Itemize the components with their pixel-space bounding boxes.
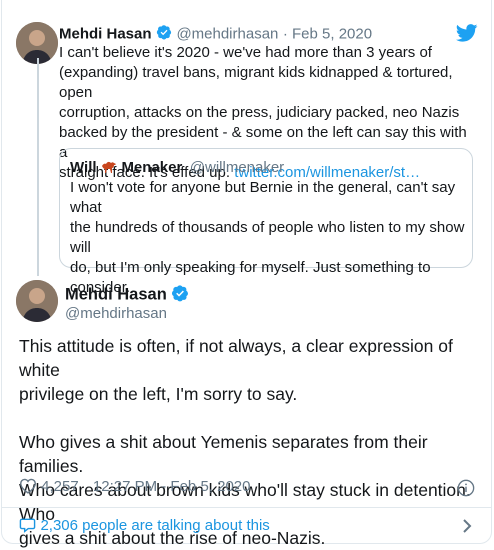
- timestamp[interactable]: 12:27 PM - Feb 5, 2020: [93, 478, 251, 495]
- parent-text-line: I can't believe it's 2020 - we've had mo…: [59, 44, 432, 61]
- divider: [2, 507, 491, 508]
- speech-bubble-icon: [19, 517, 36, 538]
- parent-date[interactable]: · Feb 5, 2020: [283, 26, 372, 43]
- main-name[interactable]: Mehdi Hasan: [65, 286, 167, 304]
- quote-text-line: I won't vote for anyone but Bernie in th…: [70, 179, 456, 216]
- heart-icon[interactable]: [19, 478, 37, 498]
- quote-name-last: Menaker: [121, 159, 183, 176]
- main-avatar[interactable]: [16, 280, 58, 322]
- like-count[interactable]: 4,257: [41, 478, 79, 495]
- chevron-right-icon[interactable]: [462, 518, 472, 539]
- quoted-tweet[interactable]: Will Menaker @willmenaker I won't vote f…: [59, 148, 473, 296]
- parent-text-line: corruption, attacks on the press, judici…: [59, 104, 460, 121]
- quote-name-first: Will: [70, 159, 97, 176]
- camel-emoji-icon: [101, 160, 117, 179]
- quote-handle: @willmenaker: [189, 159, 285, 176]
- parent-handle[interactable]: @mehdirhasan: [176, 26, 278, 43]
- quote-text-line: the hundreds of thousands of people who …: [70, 219, 465, 256]
- verified-icon: [171, 284, 189, 307]
- main-handle[interactable]: @mehdirhasan: [65, 305, 167, 322]
- parent-text-line: (expanding) travel bans, migrant kids ki…: [59, 64, 453, 101]
- conversation-link[interactable]: 2,306 people are talking about this: [19, 517, 270, 538]
- quote-text-line: do, but I'm only speaking for myself. Ju…: [70, 259, 431, 276]
- main-text-line: This attitude is often, if not always, a…: [19, 336, 453, 380]
- parent-header: Mehdi Hasan @mehdirhasan · Feb 5, 2020: [59, 24, 372, 45]
- talking-count[interactable]: 2,306 people are talking about this: [40, 517, 269, 534]
- meta-row: 4,257 12:27 PM - Feb 5, 2020: [19, 478, 251, 498]
- tweet-card: Mehdi Hasan @mehdirhasan · Feb 5, 2020 I…: [1, 0, 492, 548]
- parent-name[interactable]: Mehdi Hasan: [59, 26, 152, 43]
- main-text-line: Who gives a shit about Yemenis separates…: [19, 432, 428, 476]
- info-icon[interactable]: [457, 479, 475, 502]
- main-header: Mehdi Hasan: [65, 284, 189, 307]
- verified-icon: [156, 24, 172, 45]
- quote-header: Will Menaker @willmenaker: [70, 159, 284, 179]
- main-text-line: privilege on the left, I'm sorry to say.: [19, 384, 298, 404]
- thread-line: [37, 58, 39, 276]
- quote-text: I won't vote for anyone but Bernie in th…: [70, 178, 470, 298]
